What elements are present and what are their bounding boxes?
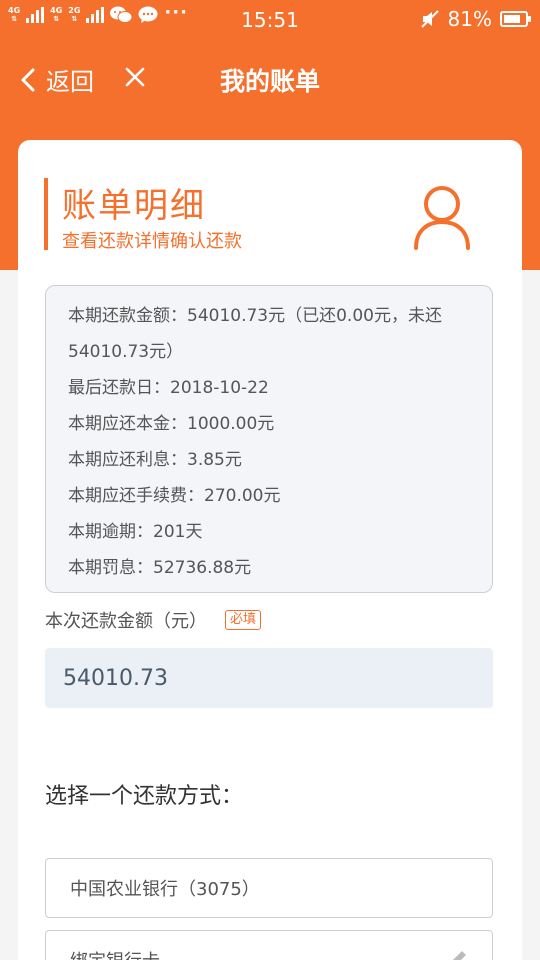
status-bar: 4G ⇅ 4G ⇅ 2G ⇅ ··· 15:51 81%: [0, 0, 540, 38]
detail-fee: 本期应还手续费：270.00元: [68, 486, 281, 506]
card-subtitle: 查看还款详情确认还款: [62, 231, 242, 252]
payment-method-label: 绑定银行卡: [70, 947, 160, 960]
detail-penalty: 本期罚息：52736.88元: [68, 558, 252, 578]
amount-label-text: 本次还款金额（元）: [45, 611, 207, 632]
repayment-amount-input[interactable]: [45, 648, 493, 708]
battery-fill: [504, 15, 521, 23]
screen: 4G ⇅ 4G ⇅ 2G ⇅ ··· 15:51 81% 返回 我的账单 账单明…: [0, 0, 540, 960]
user-icon: [414, 186, 470, 250]
detail-due-date: 最后还款日：2018-10-22: [68, 378, 269, 398]
bill-details-box: 本期还款金额：54010.73元（已还0.00元，未还54010.73元） 最后…: [45, 285, 493, 593]
status-right: 81%: [420, 7, 531, 31]
battery-icon: [500, 11, 531, 27]
payment-method-title: 选择一个还款方式：: [45, 784, 244, 809]
mute-icon: [420, 10, 439, 28]
detail-overdue-days: 本期逾期：201天: [68, 522, 203, 542]
pencil-icon: [453, 951, 466, 960]
detail-total-amount: 本期还款金额：54010.73元（已还0.00元，未还54010.73元）: [68, 306, 442, 362]
payment-method-bind-card[interactable]: 绑定银行卡: [45, 930, 493, 960]
card-title: 账单明细: [62, 186, 206, 226]
nav-bar: 返回 我的账单: [0, 44, 540, 112]
payment-method-abc-bank[interactable]: 中国农业银行（3075）: [45, 858, 493, 918]
battery-percent: 81%: [447, 7, 492, 31]
bill-card: 账单明细 查看还款详情确认还款 本期还款金额：54010.73元（已还0.00元…: [18, 140, 522, 960]
page-title: 我的账单: [219, 67, 320, 96]
detail-principal: 本期应还本金：1000.00元: [68, 414, 275, 434]
required-badge: 必填: [225, 610, 262, 630]
payment-method-label: 中国农业银行（3075）: [70, 879, 260, 900]
amount-label: 本次还款金额（元） 必填: [45, 607, 262, 633]
detail-interest: 本期应还利息：3.85元: [68, 450, 242, 470]
title-accent-bar: [44, 178, 48, 250]
